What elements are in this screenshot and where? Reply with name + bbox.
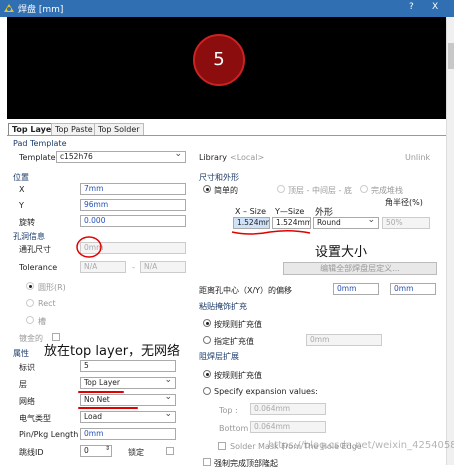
solder-top-label: Top :: [219, 406, 238, 415]
solder-mask-section: 阻焊层扩展: [199, 352, 239, 361]
y-size-input[interactable]: 1.524mm: [272, 217, 311, 229]
tab-top-solder[interactable]: Top Solder: [94, 123, 144, 135]
paste-mask-section: 粘贴掩饰扩充: [199, 302, 247, 311]
pin-length-label: Pin/Pkg Length: [19, 430, 79, 439]
simple-radio[interactable]: [203, 185, 211, 193]
layer-label: 层: [19, 380, 27, 389]
top-mid-bottom-radio[interactable]: [277, 185, 285, 193]
y-size-label: Y—Size: [275, 207, 305, 216]
locked-label: 锁定: [128, 448, 144, 457]
watermark: https://blog.csdn.net/weixin_42540580: [268, 440, 454, 451]
template-select[interactable]: c152h76: [56, 151, 186, 163]
x-input[interactable]: 7mm: [80, 183, 186, 195]
red-circle-annotation: [76, 236, 102, 258]
solder-top-input[interactable]: 0.064mm: [250, 403, 326, 415]
pad-template-section: Pad Template: [13, 139, 67, 148]
properties-section: 属性: [13, 349, 29, 358]
pad-graphic: 5: [193, 34, 245, 86]
tolerance-separator: -: [132, 263, 135, 272]
paste-specified-label: 指定扩充值: [214, 337, 254, 346]
y-input[interactable]: 96mm: [80, 199, 186, 211]
template-label: Template: [19, 153, 56, 162]
simple-label: 简单的: [214, 186, 238, 195]
title-bar: 焊盘 [mm] ? X: [0, 0, 454, 17]
edit-all-layers-button[interactable]: 编辑全部焊盘层定义...: [283, 262, 437, 275]
red-underline-annotation-2: [78, 407, 138, 409]
tab-divider: [7, 135, 446, 136]
top-mid-bottom-label: 顶层 - 中间层 - 底: [288, 186, 352, 195]
shape-select[interactable]: Round: [313, 217, 379, 229]
force-tenting-label: 强制完成顶部隆起: [214, 459, 278, 468]
solder-by-rule-radio[interactable]: [203, 370, 211, 378]
hole-rect-radio[interactable]: [26, 299, 34, 307]
close-button[interactable]: X: [432, 2, 438, 12]
offset-y-input[interactable]: 0mm: [390, 283, 436, 295]
solder-bottom-input[interactable]: 0.064mm: [250, 421, 326, 433]
paste-by-rule-radio[interactable]: [203, 319, 211, 327]
help-button[interactable]: ?: [409, 2, 414, 12]
designator-input[interactable]: 5: [80, 360, 176, 372]
library-value: <Local>: [230, 153, 265, 162]
electrical-type-select[interactable]: Load: [80, 411, 176, 423]
offset-label: 距离孔中心（X/Y）的偏移: [199, 286, 293, 295]
hole-slot-radio[interactable]: [26, 316, 34, 324]
plated-label: 镀金的: [19, 334, 43, 343]
set-size-annotation: 设置大小: [315, 245, 368, 260]
x-size-label: X – Size: [235, 207, 266, 216]
tolerance-label: Tolerance: [19, 263, 58, 272]
y-label: Y: [19, 201, 24, 210]
top-layer-note-annotation: 放在top layer，无网络: [44, 344, 181, 359]
red-wavy-underline-annotation: [231, 229, 311, 235]
paste-specified-radio[interactable]: [203, 336, 211, 344]
solder-specify-radio[interactable]: [203, 387, 211, 395]
paste-by-rule-label: 按规则扩充值: [214, 320, 262, 329]
pad-icon: [4, 4, 14, 12]
unlink-button[interactable]: Unlink: [405, 153, 430, 162]
full-stack-label: 完成堆栈: [371, 186, 403, 195]
library-label: Library: [199, 153, 227, 162]
location-section: 位置: [13, 173, 29, 182]
hole-rect-label: Rect: [38, 299, 56, 308]
jumper-id-label: 跳线ID: [19, 448, 44, 457]
rotation-input[interactable]: 0.000: [80, 215, 186, 227]
full-stack-radio[interactable]: [360, 185, 368, 193]
rotation-label: 旋转: [19, 218, 35, 227]
tolerance-plus-input[interactable]: N/A: [80, 261, 126, 273]
solder-by-rule-label: 按规则扩充值: [214, 371, 262, 380]
size-shape-section: 尺寸和外形: [199, 173, 239, 182]
offset-x-input[interactable]: 0mm: [333, 283, 379, 295]
window-title: 焊盘 [mm]: [18, 5, 64, 15]
pin-length-input[interactable]: 0mm: [80, 428, 176, 440]
solder-specify-label: Specify expansion values:: [214, 387, 318, 396]
x-label: X: [19, 185, 25, 194]
hole-section: 孔洞信息: [13, 232, 45, 241]
tolerance-minus-input[interactable]: N/A: [140, 261, 186, 273]
corner-radius-input[interactable]: 50%: [382, 217, 430, 229]
locked-checkbox[interactable]: [166, 447, 174, 455]
x-size-input[interactable]: 1.524mm: [233, 217, 270, 229]
jumper-spin-icon[interactable]: ⇕: [105, 445, 110, 452]
net-label: 网络: [19, 397, 35, 406]
tab-top-paste[interactable]: Top Paste: [51, 123, 97, 135]
corner-radius-label: 角半径(%): [385, 198, 423, 207]
vertical-scrollbar[interactable]: [446, 17, 454, 465]
solder-bottom-label: Bottom :: [219, 424, 254, 433]
net-select[interactable]: No Net: [80, 394, 176, 406]
hole-slot-label: 槽: [38, 317, 46, 326]
layer-select[interactable]: Top Layer: [80, 377, 176, 389]
scrollbar-thumb[interactable]: [448, 43, 454, 69]
hole-round-label: 圆形(R): [38, 283, 66, 292]
solder-from-hole-checkbox[interactable]: [218, 442, 226, 450]
red-underline-annotation: [78, 391, 124, 393]
hole-size-label: 通孔尺寸: [19, 245, 51, 254]
electrical-type-label: 电气类型: [19, 414, 51, 423]
hole-round-radio[interactable]: [26, 282, 34, 290]
paste-specified-input[interactable]: 0mm: [306, 334, 382, 346]
designator-label: 标识: [19, 363, 35, 372]
